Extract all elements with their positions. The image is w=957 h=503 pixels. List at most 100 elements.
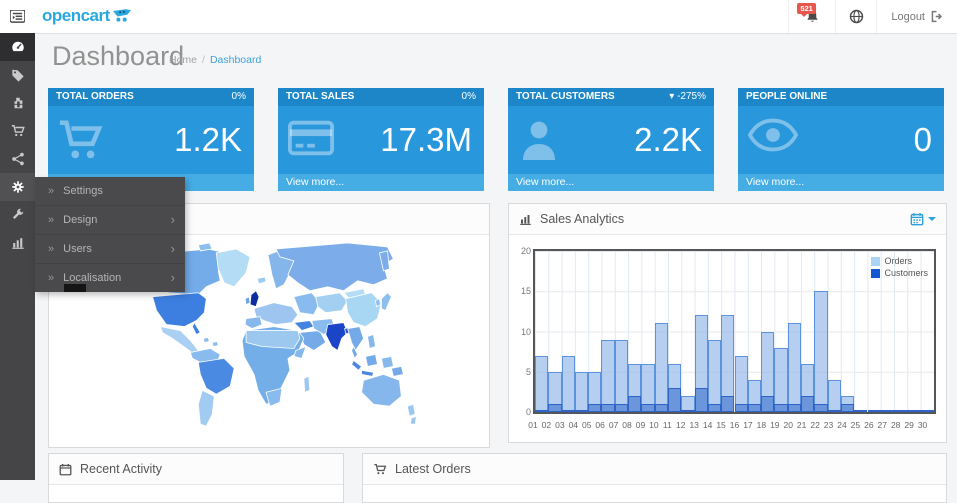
opencart-logo[interactable]: opencart <box>42 6 131 26</box>
customers-bar <box>668 388 681 412</box>
calendar-icon <box>59 463 72 476</box>
customers-bar <box>761 396 774 412</box>
system-flyout-menu: »Settings »Design › » Users › »Localisati… <box>35 177 185 292</box>
customers-bar <box>748 404 761 412</box>
customers-bar <box>841 404 854 412</box>
breadcrumb-current-link[interactable]: Dashboard <box>210 54 261 66</box>
top-navbar: opencart 521 Logout <box>0 0 957 34</box>
tile-value: 2.2K <box>634 121 702 159</box>
logout-button[interactable]: Logout <box>876 0 957 33</box>
sidebar-item-tools[interactable] <box>0 201 35 229</box>
tile-total-orders: TOTAL ORDERS 0% 1.2K View more... <box>48 88 254 191</box>
x-tick-label: 02 <box>542 420 551 430</box>
sidebar-item-marketing[interactable] <box>0 145 35 173</box>
sign-out-icon <box>930 10 943 23</box>
sales-analytics-header: Sales Analytics <box>509 204 946 235</box>
x-tick-label: 27 <box>878 420 887 430</box>
x-tick-label: 17 <box>743 420 752 430</box>
customers-bar <box>628 396 641 412</box>
menu-item-users[interactable]: » Users › <box>35 235 185 264</box>
page-title: Dashboard <box>52 41 184 72</box>
x-tick-label: 05 <box>582 420 591 430</box>
tile-header: PEOPLE ONLINE <box>738 88 944 106</box>
x-tick-label: 24 <box>837 420 846 430</box>
customers-bar <box>681 410 694 412</box>
tile-body: 0 <box>738 106 944 174</box>
notifications-button[interactable]: 521 <box>788 0 835 33</box>
chart-x-axis-labels: 0102030405060708091011121314151617181920… <box>533 420 936 434</box>
bar-slot <box>788 251 801 412</box>
x-tick-label: 16 <box>730 420 739 430</box>
bar-slot <box>548 251 561 412</box>
sidebar-item-catalog[interactable] <box>0 61 35 89</box>
chevron-right-icon: › <box>171 235 175 263</box>
x-tick-label: 01 <box>528 420 537 430</box>
y-tick-label: 10 <box>521 327 531 337</box>
customers-bar <box>695 388 708 412</box>
sidebar-toggle-button[interactable] <box>0 0 35 33</box>
bar-slot <box>735 251 748 412</box>
opencart-cart-icon <box>113 9 131 23</box>
menu-item-settings[interactable]: »Settings <box>35 177 185 206</box>
breadcrumb-home-link[interactable]: Home <box>169 54 197 66</box>
latest-orders-panel: Latest Orders <box>362 453 947 503</box>
orders-bar <box>601 340 614 412</box>
customers-bar <box>548 404 561 412</box>
map-regions[interactable] <box>153 243 417 426</box>
bar-slot <box>801 251 814 412</box>
bar-slot <box>641 251 654 412</box>
menu-item-localisation[interactable]: »Localisation › <box>35 264 185 292</box>
bar-slot <box>601 251 614 412</box>
x-tick-label: 23 <box>824 420 833 430</box>
store-front-button[interactable] <box>835 0 876 33</box>
customers-bar <box>562 410 575 412</box>
extensions-puzzle-icon <box>11 96 25 110</box>
angle-double-right-icon: » <box>48 243 54 255</box>
menu-item-label: Users <box>63 243 92 255</box>
x-tick-label: 09 <box>636 420 645 430</box>
recent-activity-title: Recent Activity <box>80 462 162 476</box>
orders-bar <box>615 340 628 412</box>
tile-header: TOTAL CUSTOMERS ▾ -275% <box>508 88 714 106</box>
calendar-icon <box>910 212 924 226</box>
view-more-link[interactable]: View more... <box>278 174 484 191</box>
view-more-link[interactable]: View more... <box>738 174 944 191</box>
bar-slot <box>907 251 920 412</box>
chevron-right-icon: › <box>171 264 175 292</box>
tile-value: 17.3M <box>380 121 472 159</box>
sidebar-item-sales[interactable] <box>0 117 35 145</box>
customers-bar <box>588 404 601 412</box>
sidebar-item-system[interactable] <box>0 173 35 201</box>
x-tick-label: 25 <box>851 420 860 430</box>
sidebar-item-dashboard[interactable] <box>0 33 35 61</box>
sidebar-item-reports[interactable] <box>0 229 35 257</box>
x-tick-label: 03 <box>555 420 564 430</box>
orders-bar <box>814 291 827 412</box>
bar-slot <box>881 251 894 412</box>
latest-orders-title: Latest Orders <box>395 462 471 476</box>
bar-slot <box>828 251 841 412</box>
sidebar-item-extensions[interactable] <box>0 89 35 117</box>
x-tick-label: 21 <box>797 420 806 430</box>
navbar-right-group: 521 Logout <box>788 0 957 33</box>
date-range-button[interactable] <box>910 212 936 226</box>
bar-slot <box>668 251 681 412</box>
user-icon <box>518 118 560 162</box>
customers-bar <box>921 410 934 412</box>
globe-icon <box>849 9 864 24</box>
tile-change: 0% <box>232 88 246 106</box>
sales-analytics-panel: Sales Analytics Orders Customers <box>508 203 947 443</box>
customers-bar <box>828 410 841 412</box>
view-more-link[interactable]: View more... <box>508 174 714 191</box>
x-tick-label: 06 <box>595 420 604 430</box>
tile-total-sales: TOTAL SALES 0% 17.3M View more... <box>278 88 484 191</box>
menu-item-design[interactable]: »Design › <box>35 206 185 235</box>
bar-slot <box>921 251 934 412</box>
sidebar-nav <box>0 33 35 480</box>
tile-change: ▾ -275% <box>669 88 706 106</box>
orders-bar <box>655 323 668 412</box>
catalog-tag-icon <box>11 68 25 82</box>
customers-bar <box>881 410 894 412</box>
x-tick-label: 07 <box>609 420 618 430</box>
bar-slot <box>562 251 575 412</box>
